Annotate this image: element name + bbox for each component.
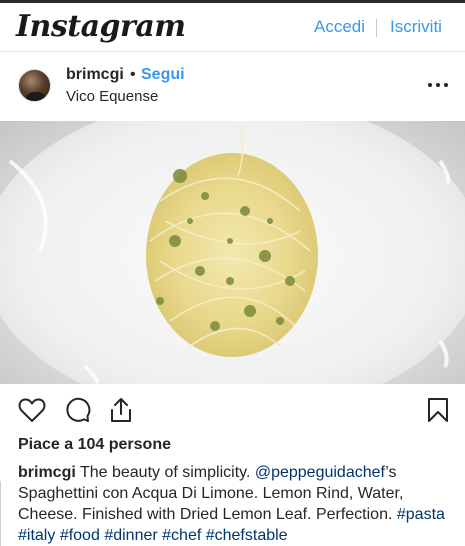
caption-username[interactable]: brimcgi (18, 464, 76, 481)
separator-dot: • (130, 66, 136, 83)
login-link[interactable]: Accedi (314, 17, 365, 37)
header: Instagram Accedi Iscriviti (0, 3, 465, 52)
hashtag[interactable]: #chefstable (206, 527, 288, 544)
header-divider (376, 19, 377, 37)
post-header: brimcgi • Segui Vico Equense (0, 53, 465, 121)
post-username[interactable]: brimcgi (66, 65, 124, 85)
hashtag[interactable]: #italy (18, 527, 55, 544)
hashtag[interactable]: #chef (162, 527, 201, 544)
pasta-photo (0, 121, 465, 384)
share-icon[interactable] (107, 396, 135, 424)
left-edge-line (0, 481, 5, 546)
post-actions (0, 384, 465, 436)
bookmark-icon[interactable] (424, 396, 452, 424)
hashtag[interactable]: #pasta (397, 506, 445, 523)
heart-icon[interactable] (18, 396, 46, 424)
caption-mention[interactable]: @peppeguidachef (255, 464, 385, 481)
comment-icon[interactable] (63, 396, 91, 424)
instagram-logo[interactable]: Instagram (16, 9, 186, 45)
more-options-icon[interactable] (427, 75, 449, 95)
signup-link[interactable]: Iscriviti (390, 17, 442, 37)
caption-text-1: The beauty of simplicity. (79, 464, 251, 481)
likes-count[interactable]: Piace a 104 persone (18, 435, 171, 455)
post-image[interactable] (0, 121, 465, 384)
post-caption: brimcgi The beauty of simplicity. @peppe… (18, 462, 458, 546)
hashtag[interactable]: #food (60, 527, 100, 544)
avatar[interactable] (18, 69, 51, 102)
post-location[interactable]: Vico Equense (66, 88, 158, 106)
follow-button[interactable]: Segui (141, 65, 185, 85)
hashtag[interactable]: #dinner (104, 527, 157, 544)
